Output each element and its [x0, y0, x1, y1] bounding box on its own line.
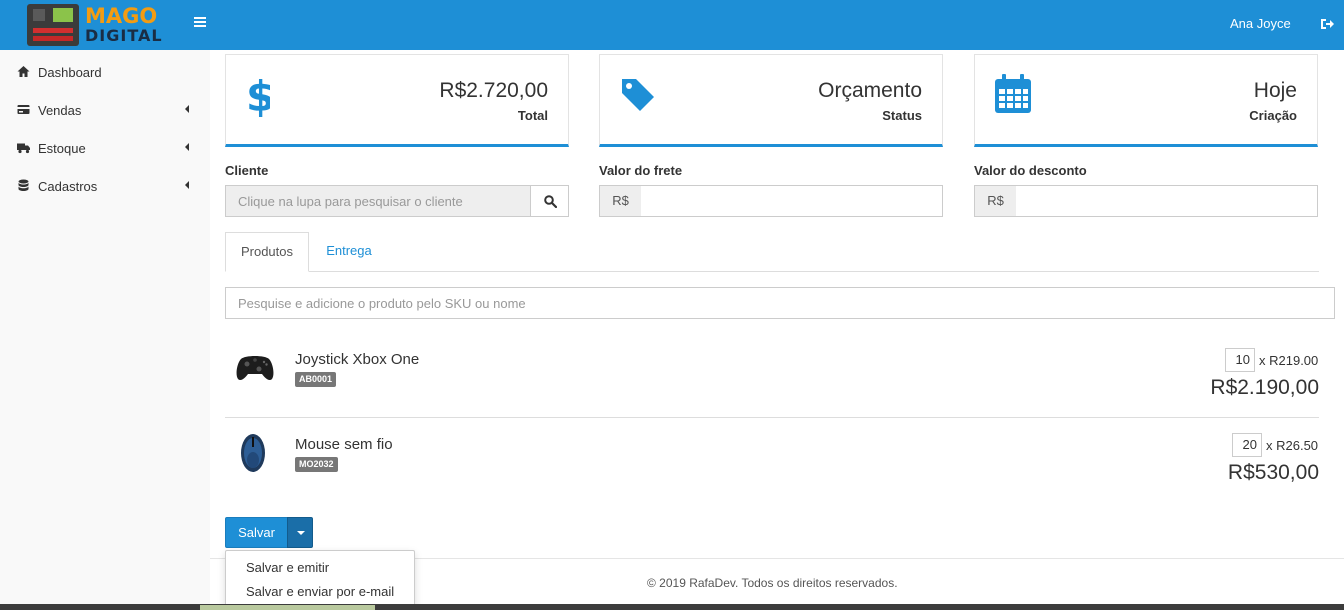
joystick-image	[236, 356, 274, 381]
tab-entrega[interactable]: Entrega	[317, 232, 381, 272]
caret-left-icon	[185, 181, 189, 189]
product-row: Mouse sem fio MO2032 20 x R26.50 R$530,0…	[225, 417, 1319, 501]
user-name[interactable]: Ana Joyce	[1230, 16, 1291, 31]
database-icon	[18, 179, 29, 191]
sku-badge: MO2032	[295, 457, 338, 472]
svg-text:$: $	[246, 75, 270, 117]
tag-icon	[622, 79, 654, 111]
product-name: Joystick Xbox One	[295, 351, 420, 368]
line-total: R$530,00	[1227, 461, 1319, 484]
discount-label: Valor do desconto	[974, 163, 1087, 178]
menu-item-save-emit[interactable]: Salvar e emitir	[246, 560, 329, 575]
save-dropdown-toggle[interactable]	[287, 517, 313, 548]
sidebar-item-estoque[interactable]: Estoque	[0, 128, 210, 166]
calendar-icon	[995, 74, 1031, 113]
client-search-button[interactable]	[530, 185, 569, 217]
product-row: Joystick Xbox One AB0001 10 x R219.00 R$…	[225, 333, 1319, 417]
sidebar-item-label: Vendas	[38, 103, 82, 118]
product-name: Mouse sem fio	[295, 436, 393, 453]
caret-left-icon	[185, 143, 189, 151]
sidebar: Dashboard Vendas Estoque Cadastros	[0, 50, 210, 610]
info-box-label: Status	[882, 108, 922, 123]
bars-icon[interactable]	[194, 17, 206, 29]
menu-item-save-email[interactable]: Salvar e enviar por e-mail	[246, 584, 394, 599]
search-icon	[544, 195, 557, 208]
taskbar-segment	[200, 605, 375, 610]
caret-left-icon	[185, 105, 189, 113]
home-icon	[17, 66, 30, 77]
currency-addon: R$	[599, 185, 642, 217]
tab-produtos[interactable]: Produtos	[225, 232, 309, 272]
info-box-label: Criação	[1249, 108, 1297, 123]
unit-price: x R219.00	[1259, 353, 1319, 368]
info-box-value: Orçamento	[818, 79, 922, 102]
quantity-input[interactable]: 20	[1232, 433, 1262, 457]
mouse-image	[241, 434, 265, 472]
info-box-status: Orçamento Status	[599, 54, 943, 147]
freight-input[interactable]	[641, 185, 943, 217]
info-box-value: R$2.720,00	[439, 79, 548, 102]
info-box-total: $ R$2.720,00 Total	[225, 54, 569, 147]
client-input[interactable]: Clique na lupa para pesquisar o cliente	[225, 185, 531, 217]
dollar-icon: $	[246, 75, 270, 117]
truck-icon	[17, 143, 30, 154]
logo-text-line1: MAGO	[85, 4, 158, 28]
tabs-divider	[225, 271, 1319, 272]
quantity-input[interactable]: 10	[1225, 348, 1255, 372]
sidebar-item-vendas[interactable]: Vendas	[0, 90, 210, 128]
info-box-value: Hoje	[1253, 79, 1297, 102]
sidebar-item-cadastros[interactable]: Cadastros	[0, 166, 210, 204]
unit-price: x R26.50	[1266, 438, 1319, 453]
sign-out-icon[interactable]	[1320, 17, 1334, 31]
sku-badge: AB0001	[295, 372, 337, 387]
bottom-taskbar	[0, 604, 1344, 610]
save-dropdown-menu: Salvar e emitir Salvar e enviar por e-ma…	[225, 550, 415, 607]
product-search-input[interactable]: Pesquise e adicione o produto pelo SKU o…	[225, 287, 1335, 319]
currency-addon: R$	[974, 185, 1017, 217]
sidebar-item-label: Estoque	[38, 141, 86, 156]
logo[interactable]: MAGO DIGITAL	[22, 2, 162, 48]
caret-down-icon	[297, 531, 305, 535]
footer-copyright: © 2019 RafaDev. Todos os direitos reserv…	[647, 576, 898, 590]
credit-card-icon	[17, 105, 30, 114]
info-box-label: Total	[517, 108, 548, 123]
discount-input[interactable]	[1016, 185, 1318, 217]
sidebar-item-label: Dashboard	[38, 65, 102, 80]
main-content: $ R$2.720,00 Total Orçamento Status Hoje…	[210, 50, 1344, 610]
client-label: Cliente	[225, 163, 269, 178]
top-navbar: MAGO DIGITAL Ana Joyce	[0, 0, 1344, 50]
line-total: R$2.190,00	[1210, 376, 1319, 399]
logo-chip-graphic	[27, 4, 79, 46]
logo-text-line2: DIGITAL	[85, 26, 163, 45]
info-box-creation: Hoje Criação	[974, 54, 1318, 147]
sidebar-item-dashboard[interactable]: Dashboard	[0, 52, 210, 90]
save-button[interactable]: Salvar	[225, 517, 288, 548]
sidebar-item-label: Cadastros	[38, 179, 98, 194]
freight-label: Valor do frete	[599, 163, 683, 178]
